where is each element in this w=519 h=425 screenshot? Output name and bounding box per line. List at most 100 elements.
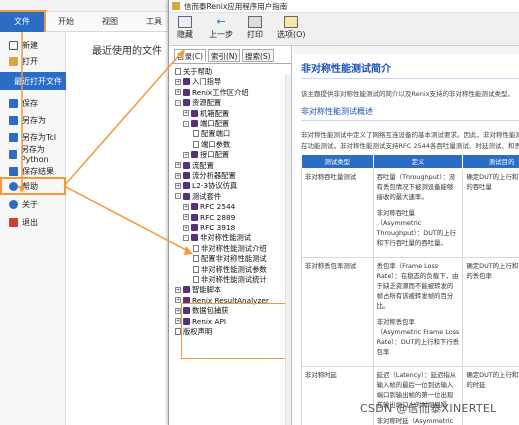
tab-home[interactable]: 开始 — [44, 12, 88, 32]
heading-divider — [301, 78, 519, 79]
expand-icon[interactable]: + — [175, 286, 181, 293]
tree-item[interactable]: + RFC 3918 — [183, 223, 235, 232]
back-button[interactable]: ← 上一步 — [209, 16, 233, 40]
cell-purpose: 确定DUT的上行和下行的时延 — [462, 366, 519, 425]
tab-search[interactable]: 搜索(S) — [242, 49, 274, 62]
tab-contents[interactable]: 目录(C) — [174, 49, 207, 62]
save-result-icon — [9, 166, 18, 176]
table-row: 非对称吞吐量测试 吞吐量（Throughput）：没有丢包情况下被测设备能够接收的… — [301, 168, 519, 258]
book-icon — [191, 151, 198, 159]
desc-line-2: 在功能测试，非对称性能测试支持RFC 2544各吞吐量测试、时延测试、和丢包率测… — [301, 142, 519, 150]
page-icon — [193, 265, 199, 273]
tree-item[interactable]: 配置非对称性能测试 — [193, 254, 267, 263]
expand-icon[interactable]: + — [183, 224, 189, 231]
tree-item[interactable]: + Renix工作区介绍 — [175, 88, 249, 97]
collapse-icon[interactable]: - — [175, 99, 181, 106]
tree-item-label: 非对称性能测试统计 — [201, 275, 267, 284]
tree-item[interactable]: + 流分析器配置 — [175, 171, 236, 180]
print-button[interactable]: 打印 — [247, 16, 263, 40]
collapse-icon[interactable]: - — [183, 234, 189, 241]
tree-item-label: RFC 3918 — [200, 223, 236, 232]
options-button[interactable]: 选项(O) — [277, 16, 306, 40]
menu-save-as[interactable]: 另存为 — [0, 111, 66, 129]
menu-open[interactable]: 打开 — [0, 52, 66, 70]
tree-item[interactable]: 非对称性能测试参数 — [193, 265, 267, 274]
watermark: CSDN @信而泰XINERTEL — [360, 402, 497, 415]
menu-recent-files[interactable]: 最近打开文件 — [0, 72, 66, 90]
hide-button[interactable]: 隐藏 — [177, 16, 193, 40]
menu-exit[interactable]: 退出 — [0, 213, 66, 231]
tree-item[interactable]: 配置端口 — [193, 129, 230, 138]
col-header-type: 测试类型 — [301, 154, 374, 169]
tree-scrollbar[interactable] — [285, 75, 291, 425]
table-row: 非对称丢包率测试 丢包率（Frame Loss Rate）：在稳态的负载下，由于缺… — [301, 257, 519, 367]
collapse-icon[interactable]: - — [175, 193, 181, 200]
tab-file[interactable]: 文件 — [0, 10, 46, 34]
expand-icon[interactable]: + — [183, 110, 189, 117]
tree-item-label: 接口配置 — [200, 150, 230, 160]
tree-item-label: 端口配置 — [200, 119, 230, 128]
file-menu-sidebar: 新建 打开 最近打开文件 保存 另存为 另存为Tcl 另存为Python 保存结… — [0, 32, 66, 425]
tree-item-label: Renix工作区介绍 — [192, 87, 249, 97]
tree-item[interactable]: + 流配置 — [175, 161, 214, 170]
menu-about[interactable]: 关于 — [0, 195, 66, 213]
tree-item[interactable]: + 机箱配置 — [183, 109, 229, 118]
help-nav-pane: 目录(C) 索引(N) 搜索(S) 关于帮助 + 入门指导 + Renix工作区介绍 - 资… — [171, 46, 292, 425]
cell-test-type: 非对称丢包率测试 — [301, 257, 374, 367]
tree-item[interactable]: 关于帮助 — [175, 67, 212, 76]
expand-icon[interactable]: + — [175, 89, 181, 96]
menu-save-as-python[interactable]: 另存为Python — [0, 145, 66, 164]
help-window: 信而泰Renix应用程序用户指南 隐藏 ← 上一步 打印 选项(O) 目录(C) … — [168, 0, 519, 425]
expand-icon[interactable]: + — [175, 78, 181, 85]
info-icon — [9, 199, 18, 209]
tree-item[interactable]: - 端口配置 — [183, 119, 229, 128]
menu-help[interactable]: 帮助 — [0, 177, 66, 195]
book-icon — [183, 182, 190, 190]
page-icon — [193, 130, 199, 138]
menu-save[interactable]: 保存 — [0, 94, 66, 112]
book-icon — [183, 161, 190, 169]
page-icon — [193, 276, 199, 283]
tree-item[interactable]: - 资源配置 — [175, 98, 221, 107]
expand-icon[interactable]: + — [183, 151, 189, 158]
help-title-bar: 信而泰Renix应用程序用户指南 — [169, 0, 519, 13]
tree-item-label: 配置非对称性能测试 — [201, 254, 267, 264]
tree-item-label: 流配置 — [192, 160, 214, 170]
tree-item-label: 资源配置 — [192, 98, 222, 108]
content-heading: 非对称性能测试简介 — [301, 64, 391, 75]
tree-item[interactable]: + 接口配置 — [183, 150, 229, 159]
expand-icon[interactable]: + — [183, 214, 189, 221]
tree-item-label: 流分析器配置 — [192, 171, 236, 180]
expand-icon[interactable]: + — [175, 172, 181, 179]
book-icon — [191, 224, 198, 231]
book-icon — [191, 203, 198, 211]
tree-item[interactable]: + RFC 2889 — [183, 213, 235, 222]
tree-item[interactable]: + 智能脚本 — [175, 285, 221, 294]
tree-item[interactable]: + 入门指导 — [175, 77, 221, 86]
save-icon — [9, 98, 18, 108]
expand-icon[interactable]: + — [183, 203, 189, 210]
col-header-purpose: 测试目的 — [462, 154, 519, 169]
tree-item[interactable]: - 非对称性能测试 — [183, 233, 251, 242]
desc-line-1: 非对称性能测试中定义了网络互连设备的基本测试要求。因此，非对称性能测试是一 — [301, 131, 519, 139]
tree-item[interactable]: + L2-3协议仿真 — [175, 181, 237, 190]
tab-index[interactable]: 索引(N) — [208, 49, 241, 62]
book-icon — [191, 109, 198, 117]
expand-icon[interactable]: + — [175, 162, 181, 169]
tree-item[interactable]: 端口参数 — [193, 140, 230, 149]
cell-test-type: 非对称吞吐量测试 — [301, 168, 374, 258]
tree-item[interactable]: 非对称性能测试统计 — [193, 275, 267, 284]
page-icon — [193, 140, 199, 148]
tree-item[interactable]: 非对称性能测试介绍 — [193, 244, 267, 253]
book-icon — [183, 88, 190, 96]
save-python-icon — [9, 149, 17, 159]
expand-icon[interactable]: + — [175, 182, 181, 189]
tree-item[interactable]: + RFC 2544 — [183, 202, 235, 211]
exit-icon — [9, 217, 18, 227]
book-icon — [191, 120, 198, 127]
collapse-icon[interactable]: - — [183, 120, 189, 127]
book-icon — [183, 99, 190, 107]
tree-item[interactable]: - 测试套件 — [175, 192, 221, 201]
recent-files-title: 最近使用的文件 — [92, 46, 162, 57]
tab-view[interactable]: 视图 — [88, 12, 132, 32]
